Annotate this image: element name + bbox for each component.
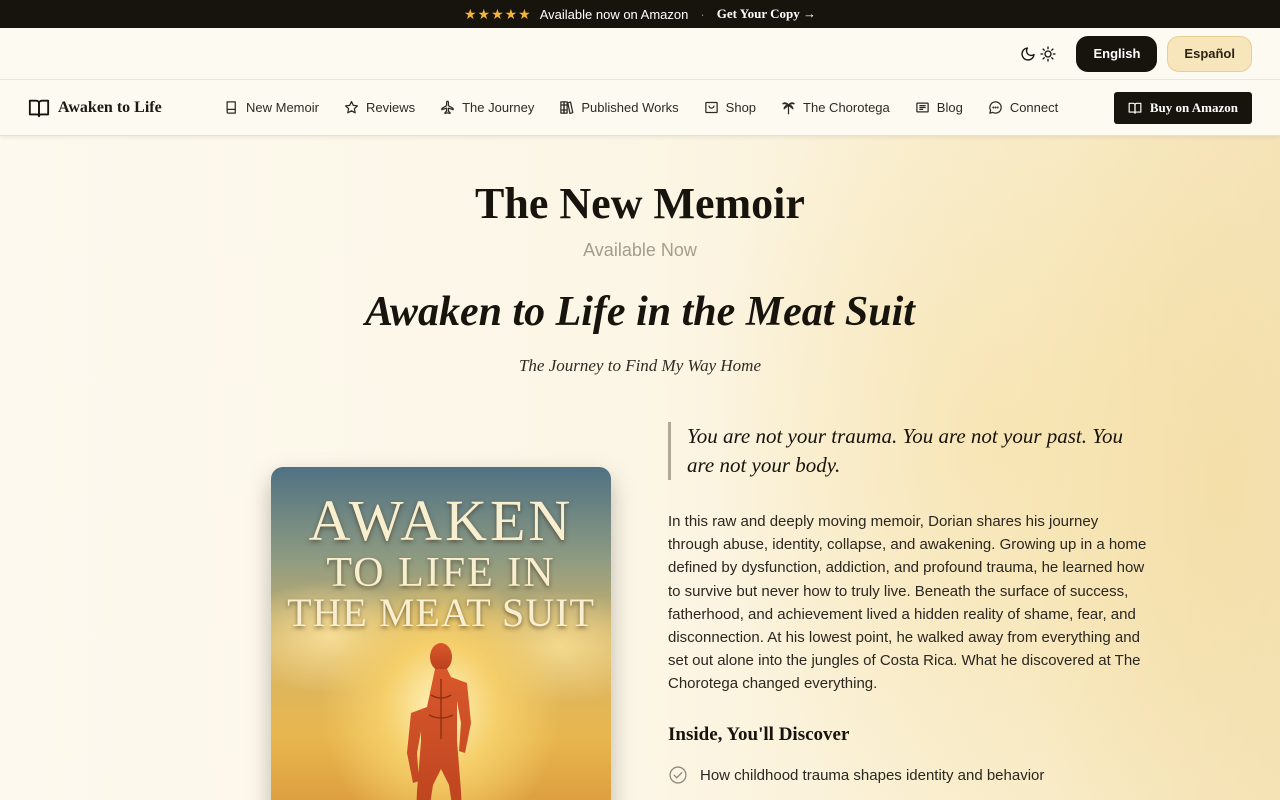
brand-name: Awaken to Life bbox=[58, 98, 162, 116]
availability-text: Available Now bbox=[583, 240, 697, 260]
nav-item-blog[interactable]: Blog bbox=[915, 100, 963, 115]
list-item-text: How childhood trauma shapes identity and… bbox=[700, 766, 1045, 784]
list-item: How childhood trauma shapes identity and… bbox=[668, 764, 1148, 786]
moon-icon[interactable] bbox=[1020, 46, 1036, 62]
buy-label: Buy on Amazon bbox=[1149, 99, 1238, 115]
plane-icon bbox=[441, 100, 454, 115]
nav-label: New Memoir bbox=[246, 100, 319, 115]
palm-tree-icon bbox=[782, 102, 795, 115]
nav-item-new-memoir[interactable]: New Memoir bbox=[224, 100, 319, 115]
shop-icon bbox=[704, 101, 718, 114]
theme-toggle[interactable] bbox=[1020, 45, 1057, 62]
nav-label: The Journey bbox=[462, 100, 535, 115]
nav-items: New Memoir Reviews The Journey Published… bbox=[224, 100, 1058, 115]
book-icon bbox=[226, 101, 236, 114]
page-title: The New Memoir bbox=[475, 179, 805, 228]
promo-text: Available now on Amazon bbox=[539, 6, 689, 22]
newspaper-icon bbox=[916, 102, 929, 113]
nav-item-the-journey[interactable]: The Journey bbox=[440, 100, 534, 115]
pull-quote: You are not your trauma. You are not you… bbox=[668, 422, 1148, 480]
nav-label: Blog bbox=[936, 100, 963, 115]
sun-icon[interactable] bbox=[1040, 45, 1057, 62]
promo-bar: ★★★★★ Available now on Amazon · Get Your… bbox=[0, 0, 1280, 28]
buy-on-amazon-button[interactable]: Buy on Amazon bbox=[1113, 91, 1252, 124]
open-book-icon bbox=[1128, 102, 1142, 114]
check-circle-icon bbox=[669, 766, 687, 784]
nav-label: Connect bbox=[1009, 100, 1059, 115]
nav-item-connect[interactable]: Connect bbox=[988, 100, 1058, 115]
chat-icon bbox=[989, 101, 1002, 114]
rating-stars: ★★★★★ bbox=[463, 5, 532, 22]
nav-label: Reviews bbox=[365, 100, 416, 115]
nav-item-shop[interactable]: Shop bbox=[704, 100, 756, 115]
discover-list: How childhood trauma shapes identity and… bbox=[668, 764, 1148, 786]
star-icon bbox=[344, 100, 359, 114]
nav-item-the-chorotega[interactable]: The Chorotega bbox=[781, 100, 890, 115]
language-english-button[interactable]: English bbox=[1076, 35, 1158, 72]
language-spanish-button[interactable]: Español bbox=[1167, 35, 1252, 72]
book-description: In this raw and deeply moving memoir, Do… bbox=[668, 513, 1147, 693]
book-title: Awaken to Life in the Meat Suit bbox=[365, 289, 915, 335]
utility-bar: English Español bbox=[0, 28, 1280, 80]
hero-section: The New Memoir Available Now Awaken to L… bbox=[0, 136, 1280, 800]
open-book-icon bbox=[28, 99, 50, 117]
nav-label: Published Works bbox=[581, 100, 679, 115]
nav-label: The Chorotega bbox=[803, 100, 890, 115]
main-nav: Awaken to Life New Memoir Reviews The Jo… bbox=[0, 80, 1280, 136]
cover-title-line-3: THE MEAT SUIT bbox=[287, 590, 595, 635]
library-icon bbox=[560, 101, 574, 115]
nav-item-published-works[interactable]: Published Works bbox=[559, 100, 679, 115]
promo-separator: · bbox=[700, 6, 705, 22]
cover-title-line-1: AWAKEN bbox=[308, 488, 574, 553]
book-cover[interactable]: AWAKEN TO LIFE IN THE MEAT SUIT bbox=[271, 467, 611, 800]
book-subtitle: The Journey to Find My Way Home bbox=[518, 356, 762, 375]
nav-label: Shop bbox=[725, 100, 757, 115]
human-figure-illustration bbox=[407, 643, 471, 800]
discover-heading: Inside, You'll Discover bbox=[668, 724, 850, 745]
brand-logo[interactable]: Awaken to Life bbox=[28, 97, 224, 119]
nav-item-reviews[interactable]: Reviews bbox=[344, 100, 415, 115]
get-your-copy-link[interactable]: Get Your Copy → bbox=[717, 6, 816, 22]
